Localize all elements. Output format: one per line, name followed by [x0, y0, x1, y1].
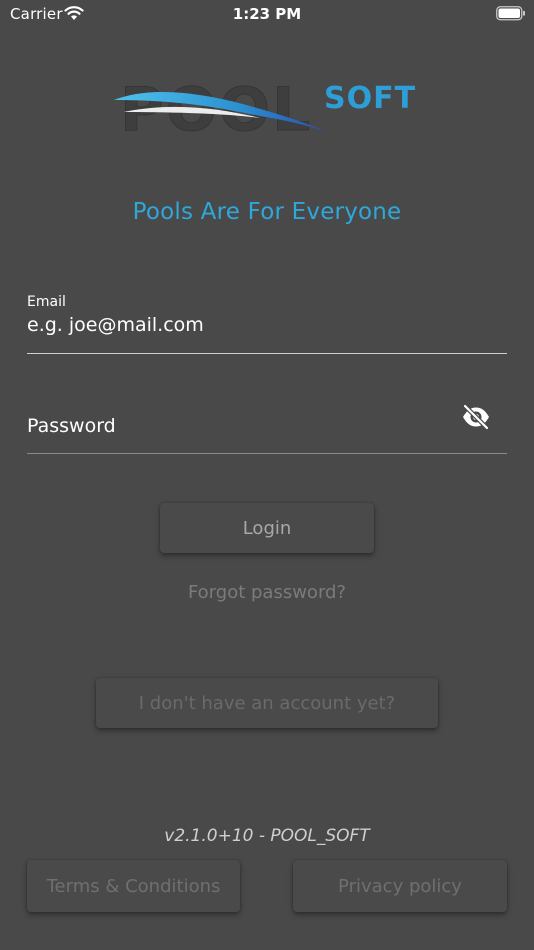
create-account-button[interactable]: I don't have an account yet?	[96, 678, 438, 728]
password-input[interactable]: Password	[27, 415, 116, 437]
logo-suffix: SOFT	[324, 81, 417, 116]
email-field[interactable]: Email e.g. joe@mail.com	[27, 290, 507, 354]
poolsoft-logo: POOL SOFT	[110, 78, 430, 148]
battery-icon	[496, 6, 526, 25]
privacy-button[interactable]: Privacy policy	[293, 860, 507, 912]
password-field[interactable]: Password	[27, 398, 507, 454]
login-screen: Carrier 1:23 PM POOL	[0, 0, 534, 950]
login-button[interactable]: Login	[160, 503, 374, 553]
status-time: 1:23 PM	[232, 5, 302, 23]
tagline: Pools Are For Everyone	[132, 199, 402, 225]
version-label: v2.1.0+10 - POOL_SOFT	[164, 826, 370, 846]
forgot-password-link[interactable]: Forgot password?	[0, 582, 534, 603]
eye-off-icon[interactable]	[461, 403, 491, 434]
terms-button[interactable]: Terms & Conditions	[27, 860, 240, 912]
status-bar: Carrier 1:23 PM	[0, 0, 534, 28]
email-label: Email	[27, 294, 66, 310]
email-input[interactable]: e.g. joe@mail.com	[27, 314, 204, 336]
wave-icon	[114, 92, 326, 132]
